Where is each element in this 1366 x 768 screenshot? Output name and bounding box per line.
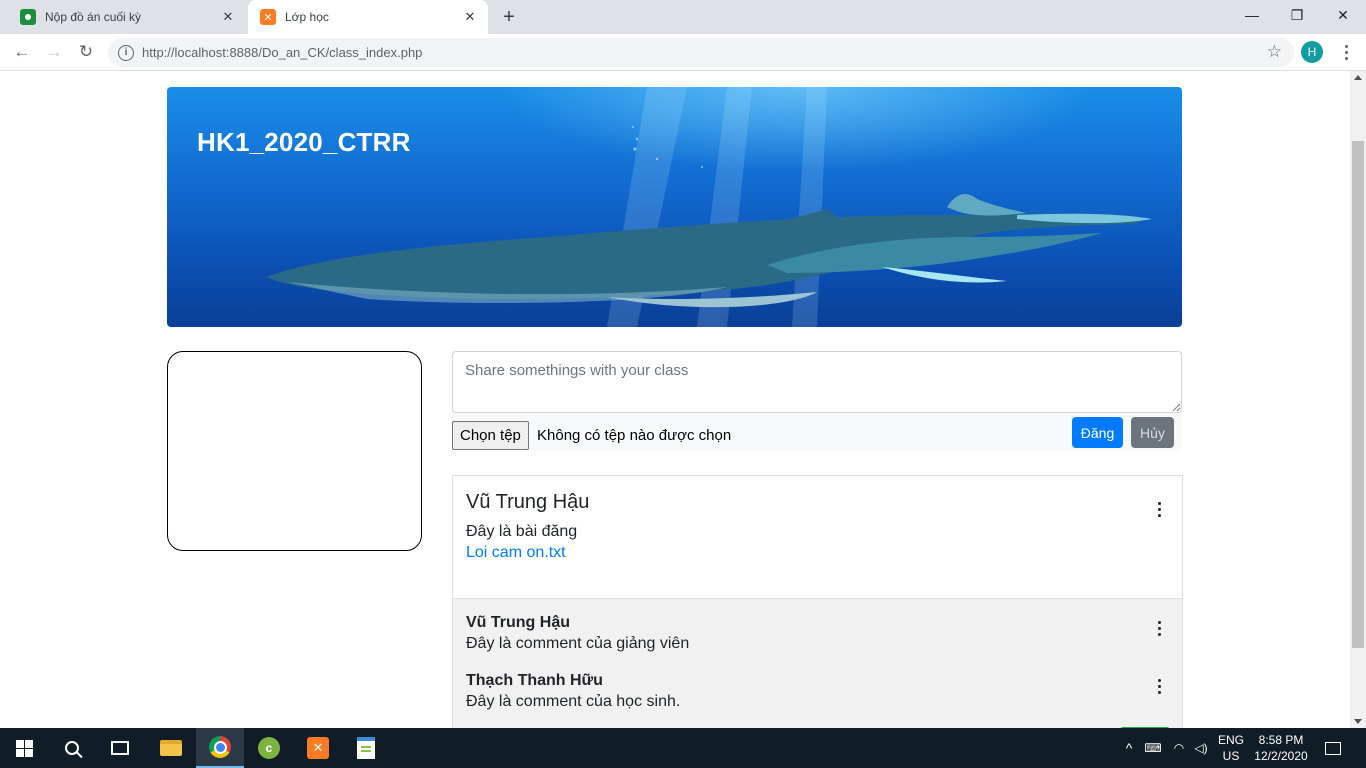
search-icon — [65, 741, 79, 755]
tab-lop-hoc[interactable]: ✕ Lớp học ✕ — [248, 0, 488, 34]
bookmark-star-icon[interactable]: ☆ — [1267, 42, 1282, 62]
class-info-card — [167, 351, 422, 551]
comment-section: Vũ Trung Hậu Đây là comment của giảng vi… — [453, 598, 1182, 728]
maximize-button[interactable]: ❐ — [1274, 0, 1320, 30]
comment-author: Thạch Thanh Hữu — [466, 672, 603, 689]
url-text[interactable]: http://localhost:8888/Do_an_CK/class_ind… — [142, 45, 422, 60]
comment-options-icon[interactable] — [1153, 678, 1165, 694]
post-content: Đây là bài đăng — [466, 523, 578, 540]
google-classroom-icon — [20, 9, 36, 25]
clock-time: 8:58 PM — [1258, 733, 1304, 747]
back-button[interactable]: ← — [8, 38, 36, 66]
profile-avatar[interactable]: H — [1301, 41, 1323, 63]
folder-icon — [160, 740, 182, 756]
scroll-up-icon[interactable] — [1354, 75, 1362, 80]
share-textarea[interactable] — [452, 351, 1182, 413]
comment-text: Đây là comment của giảng viên — [466, 635, 690, 652]
chrome-icon — [209, 736, 231, 758]
taskbar-search-button[interactable] — [48, 728, 96, 768]
taskbar-notepad-plus-plus[interactable] — [342, 728, 390, 768]
region-code: US — [1222, 749, 1240, 763]
post-card: Vũ Trung Hậu Đây là bài đăng Loi cam on.… — [452, 475, 1183, 728]
language-indicator[interactable]: ENG US — [1214, 728, 1248, 768]
reload-button[interactable]: ↻ — [72, 38, 100, 66]
class-banner: HK1_2020_CTRR — [167, 87, 1182, 327]
page-scrollbar[interactable] — [1350, 71, 1366, 728]
browser-toolbar: ← → ↻ i http://localhost:8888/Do_an_CK/c… — [0, 34, 1366, 71]
task-view-icon — [111, 741, 129, 755]
start-button[interactable] — [0, 728, 48, 768]
site-info-icon[interactable]: i — [118, 44, 134, 61]
taskbar-xampp[interactable]: ✕ — [294, 728, 342, 768]
taskbar-coc-coc[interactable]: c — [245, 728, 293, 768]
whale-image — [267, 87, 1152, 327]
address-bar[interactable]: i http://localhost:8888/Do_an_CK/class_i… — [108, 38, 1294, 67]
taskbar-file-explorer[interactable] — [147, 728, 195, 768]
language-code: ENG — [1217, 733, 1244, 747]
choose-file-button[interactable]: Chọn tệp — [452, 421, 529, 450]
notepad-icon — [357, 737, 375, 759]
network-icon[interactable]: ◠ — [1168, 728, 1190, 768]
minimize-button[interactable]: — — [1229, 0, 1275, 30]
class-title: HK1_2020_CTRR — [197, 127, 411, 157]
new-tab-button[interactable]: + — [497, 5, 521, 29]
task-view-button[interactable] — [96, 728, 144, 768]
clock-date: 12/2/2020 — [1254, 749, 1308, 763]
windows-taskbar: c ✕ ^ ⌨ ◠ ◁) ENG US 8:58 PM 12/2/2020 — [0, 728, 1366, 768]
xampp-icon: ✕ — [260, 9, 276, 25]
tab-title: Nộp đồ án cuối kỳ — [45, 10, 142, 24]
browser-tab-strip: Nộp đồ án cuối kỳ ✕ ✕ Lớp học ✕ + — ❐ ✕ — [0, 0, 1366, 34]
notification-icon — [1325, 741, 1341, 755]
volume-icon[interactable]: ◁) — [1190, 728, 1212, 768]
system-clock[interactable]: 8:58 PM 12/2/2020 — [1250, 728, 1312, 768]
post-author: Vũ Trung Hậu — [466, 491, 590, 513]
coc-coc-icon: c — [258, 737, 280, 759]
scroll-down-icon[interactable] — [1354, 719, 1362, 724]
input-indicator-icon[interactable]: ⌨ — [1142, 728, 1164, 768]
attachment-link[interactable]: Loi cam on.txt — [466, 544, 566, 562]
windows-logo-icon — [15, 739, 33, 757]
taskbar-chrome[interactable] — [196, 728, 244, 768]
browser-menu-icon[interactable] — [1340, 40, 1352, 64]
close-tab-icon[interactable]: ✕ — [458, 5, 482, 29]
comment-options-icon[interactable] — [1153, 620, 1165, 636]
xampp-icon: ✕ — [307, 737, 329, 759]
tab-nop-do-an[interactable]: Nộp đồ án cuối kỳ ✕ — [8, 0, 246, 34]
close-tab-icon[interactable]: ✕ — [216, 5, 240, 29]
show-hidden-icons[interactable]: ^ — [1120, 728, 1138, 768]
scroll-thumb[interactable] — [1352, 141, 1364, 648]
tab-title: Lớp học — [285, 10, 329, 24]
file-status-text: Không có tệp nào được chọn — [537, 427, 732, 444]
cancel-button[interactable]: Hủy — [1131, 417, 1174, 448]
post-composer: Chọn tệp Không có tệp nào được chọn Đăng… — [452, 351, 1182, 451]
post-options-icon[interactable] — [1153, 501, 1165, 517]
comment-author: Vũ Trung Hậu — [466, 614, 570, 631]
forward-button[interactable]: → — [40, 38, 68, 66]
comment-text: Đây là comment của học sinh. — [466, 693, 681, 710]
close-window-button[interactable]: ✕ — [1320, 0, 1366, 30]
post-button[interactable]: Đăng — [1072, 417, 1123, 448]
page-viewport: HK1_2020_CTRR Chọn tệp Không có tệp nào … — [0, 71, 1350, 728]
action-center-button[interactable] — [1318, 728, 1348, 768]
